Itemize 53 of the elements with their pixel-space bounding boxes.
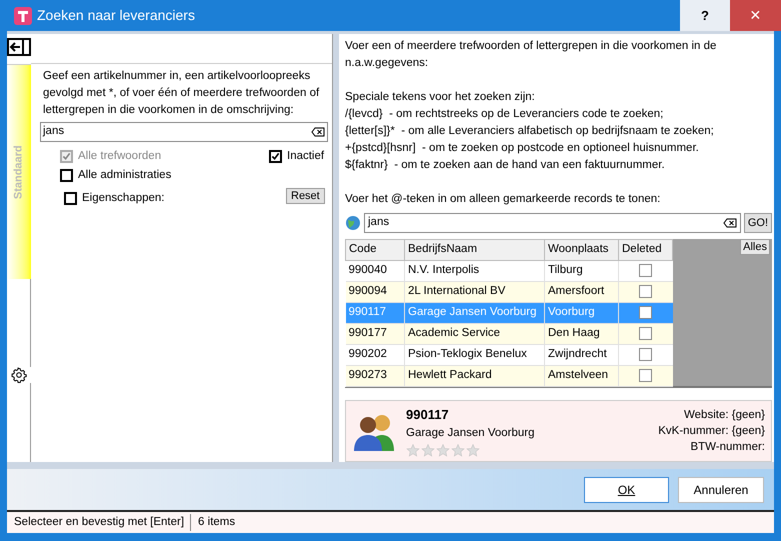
checkbox[interactable] <box>639 264 652 277</box>
checkbox[interactable] <box>64 192 77 206</box>
checkbox-label: Alle administraties <box>78 168 172 183</box>
help-text: {letter[s]}* - om alle Leveranciers alfabetisch op bedrijfsnaam te zoeken; <box>345 124 715 139</box>
table-cell: Hewlett Packard <box>404 366 544 386</box>
go-button[interactable]: GO! <box>744 213 772 233</box>
checkbox[interactable] <box>639 326 652 340</box>
close-button[interactable]: ✕ <box>730 0 781 31</box>
checkbox[interactable] <box>60 169 73 182</box>
all-button[interactable]: Alles <box>740 239 770 255</box>
column-header[interactable]: Code <box>346 240 404 260</box>
window-title: Zoeken naar leveranciers <box>37 6 195 25</box>
column-header[interactable]: BedrijfsNaam <box>404 240 544 260</box>
detail-field: KvK-nummer: {geen} <box>658 423 765 439</box>
help-text: +{pstcd}[hsnr] - om te zoeken op postcode en optioneel huisnummer. <box>345 141 700 156</box>
globe-icon <box>345 215 361 231</box>
help-text: ${faktnr} - om te zoeken aan de hand van een faktuurnummer. <box>345 158 666 173</box>
checkbox[interactable] <box>639 284 652 298</box>
help-text: Voer een of meerdere trefwoorden of lettergrepen in die voorkomen in de n.a.w.gegevens: <box>345 39 718 71</box>
supplier-code: 990117 <box>406 407 450 423</box>
status-text: Selecteer en bevestig met [Enter] <box>14 514 192 532</box>
clear-icon[interactable] <box>311 127 325 137</box>
supplier-name: Garage Jansen Voorburg <box>406 426 535 441</box>
search-field[interactable]: jans <box>40 122 328 142</box>
checkbox[interactable] <box>269 150 282 164</box>
checkbox[interactable] <box>639 368 652 382</box>
collapse-panel-icon[interactable] <box>7 38 31 56</box>
search-field[interactable]: jans <box>364 213 741 233</box>
reset-button[interactable]: Reset <box>286 188 325 204</box>
search-value: jans <box>368 215 390 230</box>
detail-field: BTW-nummer: <box>690 439 765 455</box>
help-text: /{levcd} - om rechtstreeks op de Leveranciers code te zoeken; <box>345 107 664 122</box>
help-text: Speciale tekens voor het zoeken zijn: <box>345 90 536 105</box>
checkbox[interactable] <box>639 348 652 361</box>
clear-icon[interactable] <box>722 218 737 228</box>
search-value: jans <box>43 124 66 140</box>
help-button[interactable]: ? <box>680 0 730 31</box>
settings-icon[interactable] <box>11 367 27 383</box>
table-cell: Amstelveen <box>544 366 618 386</box>
app-logo-icon <box>14 6 32 24</box>
cancel-button[interactable]: Annuleren <box>678 476 764 502</box>
checkbox[interactable] <box>639 306 652 319</box>
ok-button[interactable]: OK <box>584 476 669 502</box>
checkbox-label: Eigenschappen: <box>82 191 164 206</box>
column-header[interactable]: Woonplaats <box>544 240 618 260</box>
column-header[interactable]: Deleted <box>618 240 672 260</box>
help-text: Voer het @-teken in om alleen gemarkeerde records te tonen: <box>345 192 662 207</box>
checkbox-label: Alle trefwoorden <box>78 149 162 164</box>
detail-field: Website: {geen} <box>684 407 765 423</box>
instructions-text: Geef een artikelnummer in, een artikelvoorloopreeks gevolgd met *, of voer één of meerdere trefwoorden of lettergrepen in die voorkomen in de omschrijving: <box>43 69 320 118</box>
table-cell: 990273 <box>346 366 404 386</box>
checkbox-label: Inactief <box>287 149 324 164</box>
item-count: 6 items <box>197 514 236 530</box>
